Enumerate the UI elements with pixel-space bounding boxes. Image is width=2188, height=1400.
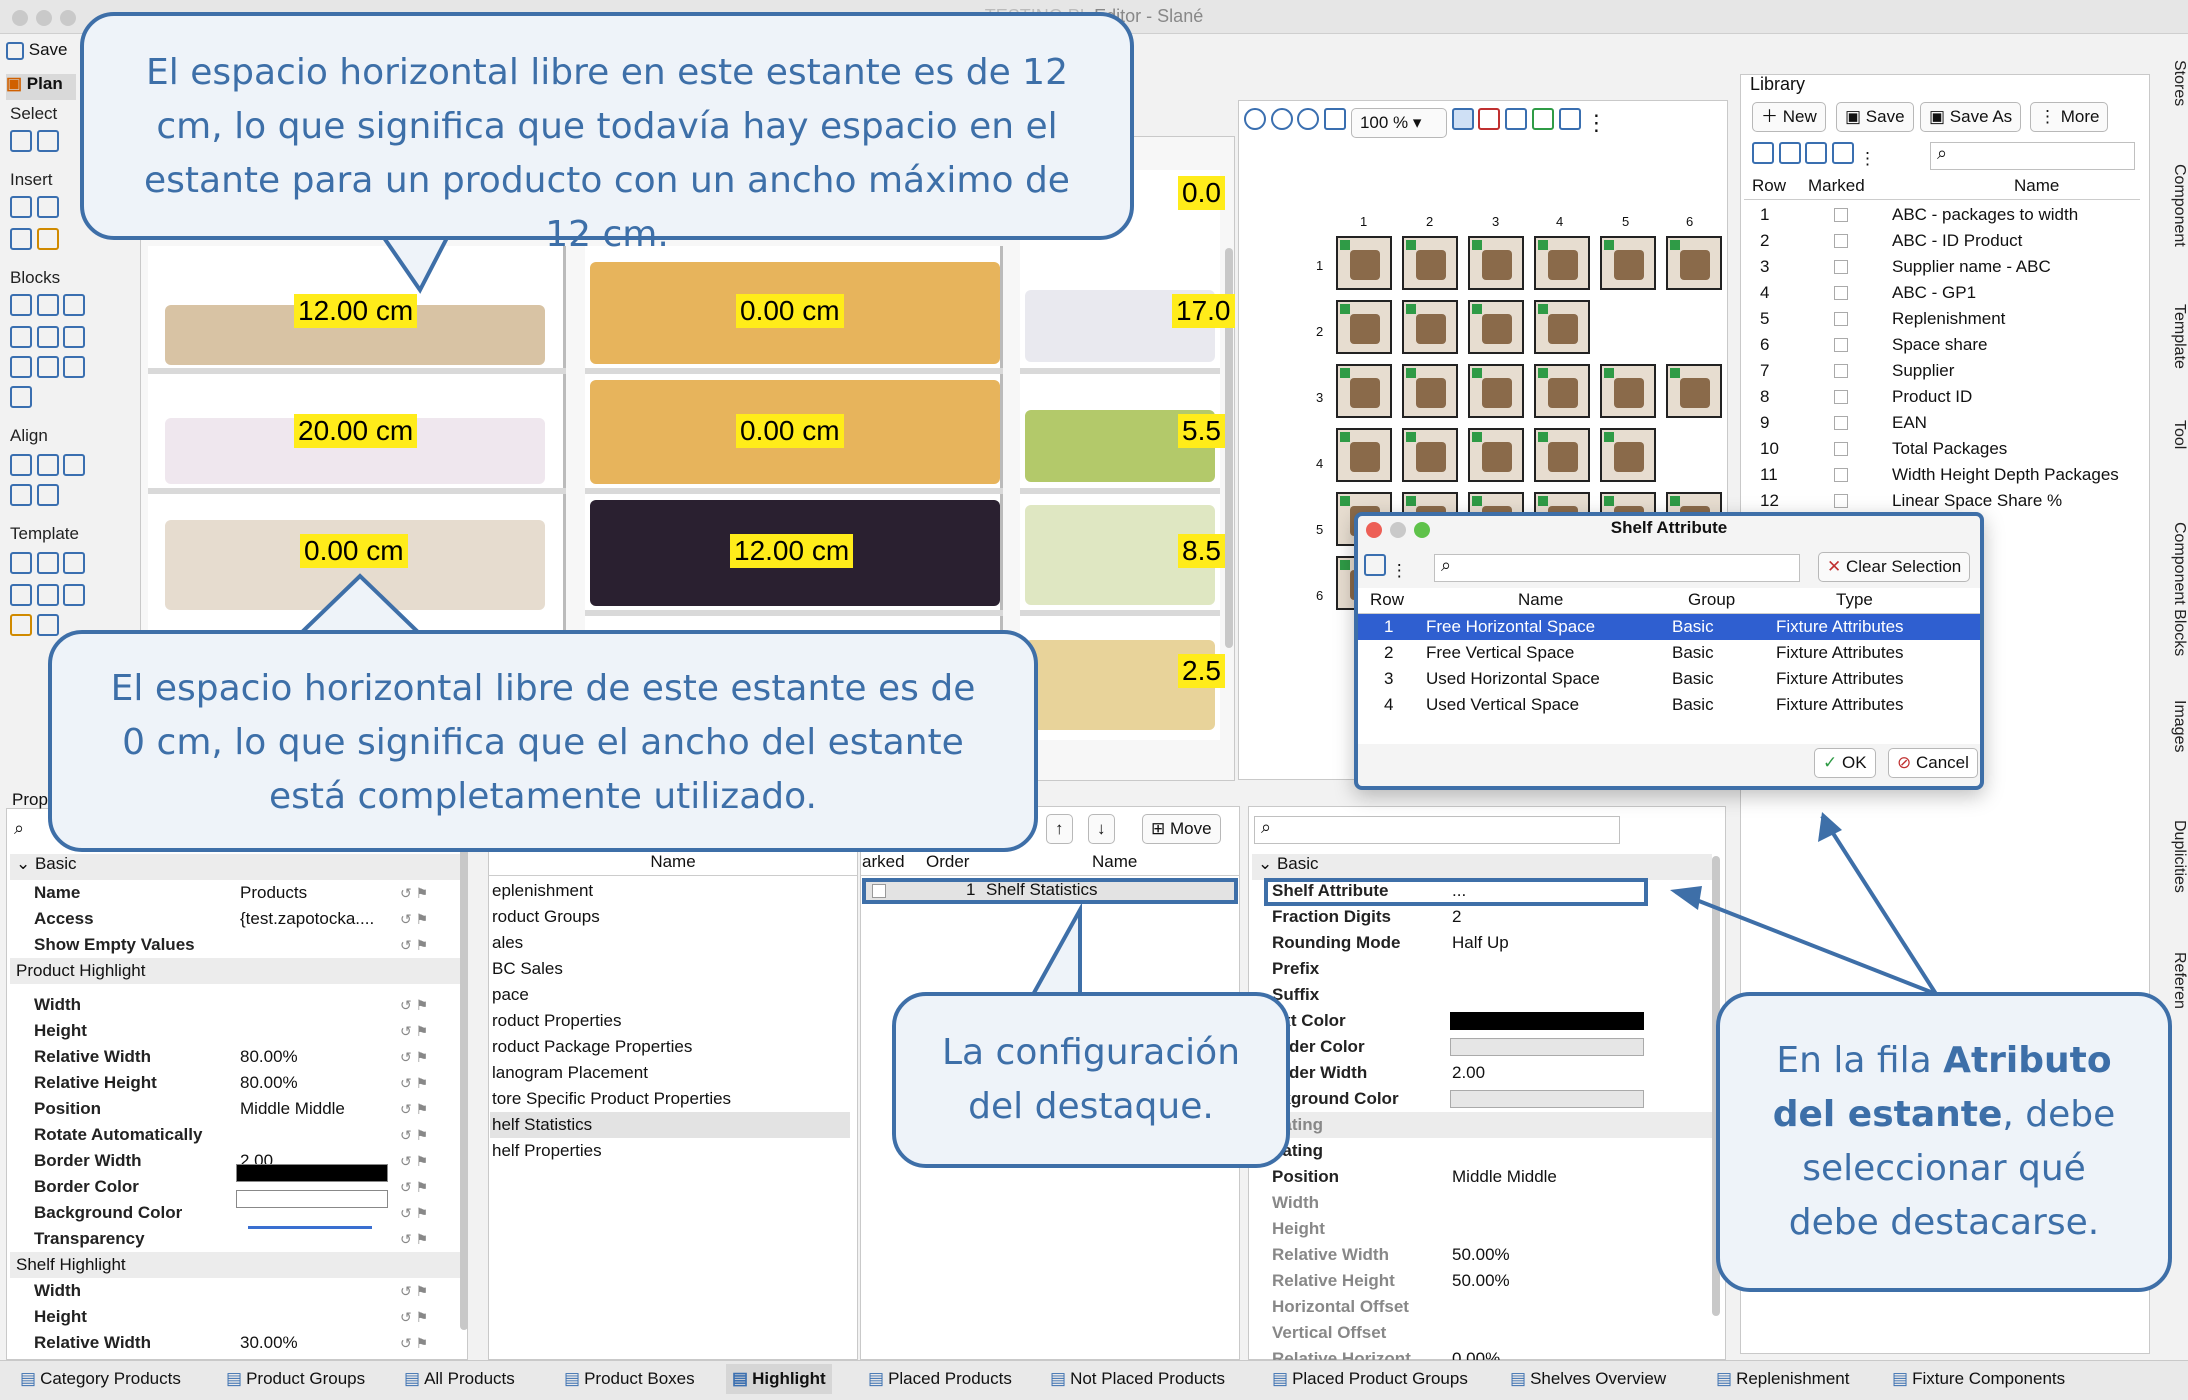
bottom-tab[interactable]: ▤ Highlight: [726, 1364, 832, 1394]
tab-icon: ▤: [1272, 1369, 1289, 1388]
tab-label: Shelves Overview: [1530, 1369, 1667, 1388]
tab-label: Placed Product Groups: [1292, 1369, 1468, 1388]
tab-icon: ▤: [868, 1369, 885, 1388]
tab-icon: ▤: [1716, 1369, 1733, 1388]
bottom-tab[interactable]: ▤ Not Placed Products: [1050, 1364, 1225, 1394]
bottom-tab[interactable]: ▤ Product Groups: [226, 1364, 365, 1394]
bottom-tab[interactable]: ▤ Category Products: [20, 1364, 181, 1394]
bottom-tab[interactable]: ▤ Placed Product Groups: [1272, 1364, 1468, 1394]
callout-attribute: En la fila Atributo del estante, debe se…: [1716, 992, 2172, 1292]
bottom-tab[interactable]: ▤ Shelves Overview: [1510, 1364, 1666, 1394]
tab-label: Replenishment: [1736, 1369, 1850, 1388]
pointer-config: [1026, 902, 1082, 1002]
arrowhead-dialog: [1818, 812, 1842, 842]
tab-icon: ▤: [1510, 1369, 1527, 1388]
bottom-tab[interactable]: ▤ Replenishment: [1716, 1364, 1849, 1394]
tab-label: Product Boxes: [584, 1369, 695, 1388]
arrowhead-field: [1670, 886, 1702, 910]
bottom-tab[interactable]: ▤ Placed Products: [868, 1364, 1012, 1394]
tab-icon: ▤: [564, 1369, 581, 1388]
tab-icon: ▤: [1892, 1369, 1909, 1388]
tab-label: Product Groups: [246, 1369, 366, 1388]
arrow-to-dialog: [1820, 814, 1938, 996]
callout-middle: El espacio horizontal libre de este esta…: [48, 630, 1038, 852]
callout-top: El espacio horizontal libre en este esta…: [80, 12, 1134, 255]
bottom-tab[interactable]: ▤ Product Boxes: [564, 1364, 695, 1394]
tab-label: Highlight: [752, 1369, 826, 1388]
bottom-tab[interactable]: ▤ Fixture Components: [1892, 1364, 2065, 1394]
callout-attr-pre: En la fila: [1776, 1040, 1944, 1081]
tab-label: Fixture Components: [1912, 1369, 2066, 1388]
tab-label: All Products: [424, 1369, 515, 1388]
tab-label: Not Placed Products: [1070, 1369, 1226, 1388]
callout-config: La configuración del destaque.: [892, 992, 1290, 1168]
pointer-middle: [295, 573, 425, 636]
tab-icon: ▤: [732, 1369, 749, 1388]
bottom-tab[interactable]: ▤ All Products: [404, 1364, 515, 1394]
tab-icon: ▤: [226, 1369, 243, 1388]
tab-icon: ▤: [1050, 1369, 1067, 1388]
tab-label: Placed Products: [888, 1369, 1012, 1388]
tab-icon: ▤: [404, 1369, 421, 1388]
tab-label: Category Products: [40, 1369, 181, 1388]
arrow-to-field: [1675, 890, 1937, 996]
pointer-top: [376, 230, 454, 294]
tab-icon: ▤: [20, 1369, 37, 1388]
